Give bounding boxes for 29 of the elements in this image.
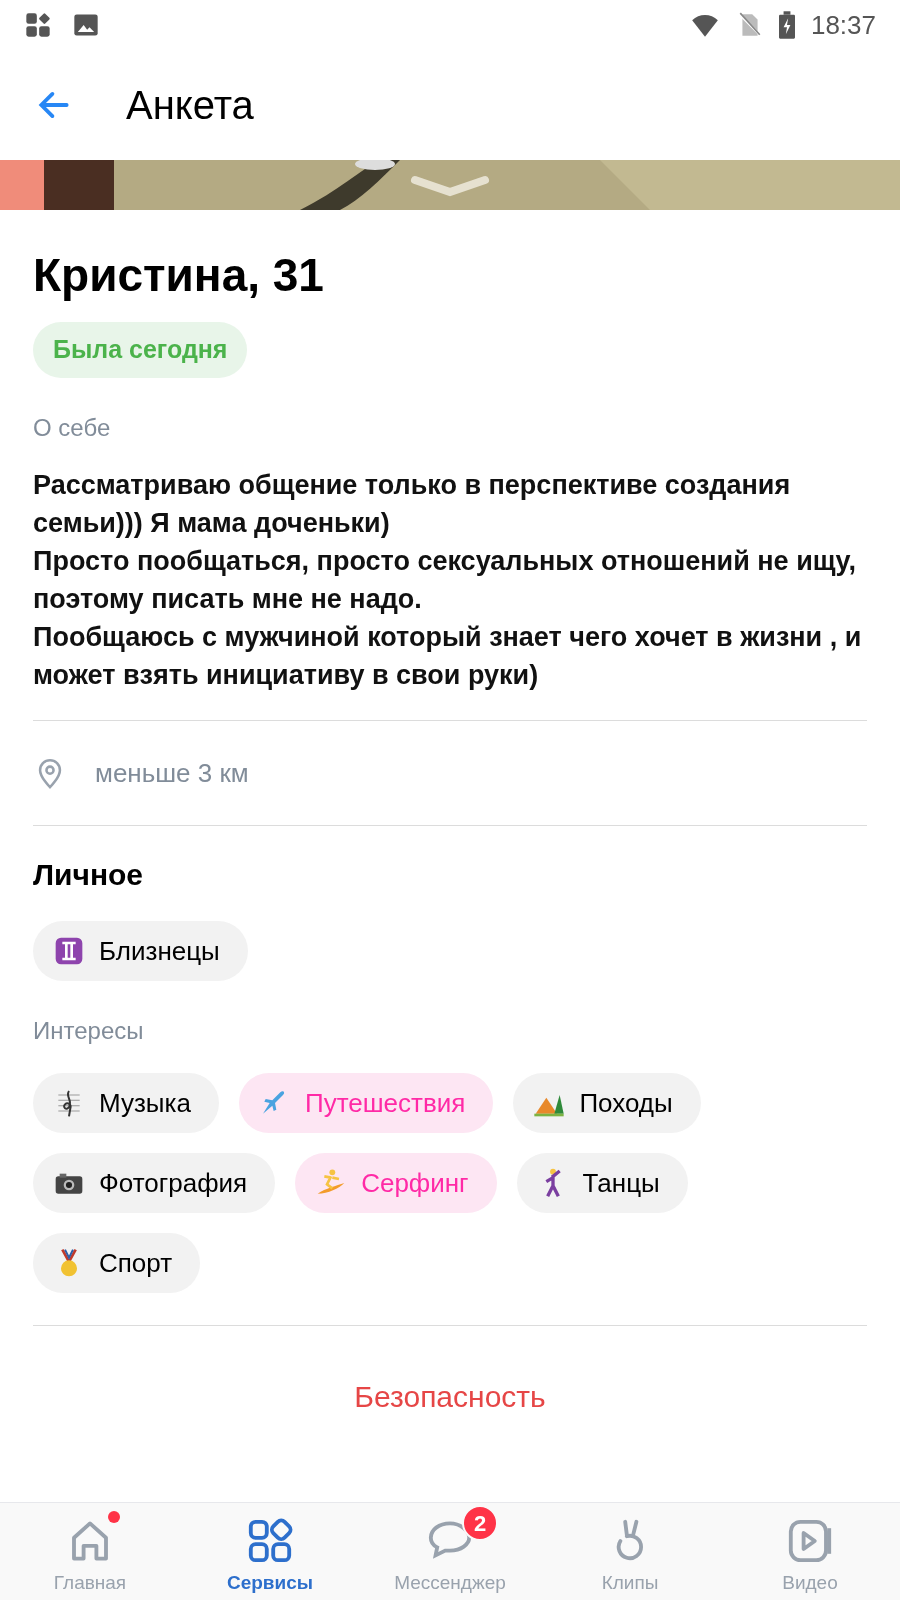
interest-chip[interactable]: Музыка	[33, 1073, 219, 1133]
unread-badge: 2	[462, 1505, 498, 1541]
page-title: Анкета	[126, 82, 254, 129]
apps-icon	[24, 11, 52, 39]
distance-text: меньше 3 км	[95, 756, 249, 790]
grid-icon	[246, 1517, 294, 1565]
presence-status: Была сегодня	[33, 322, 248, 378]
video-icon	[786, 1517, 834, 1565]
clock: 18:37	[810, 8, 876, 42]
safety-link[interactable]: Безопасность	[354, 1374, 546, 1419]
nav-tab[interactable]: 2 Мессенджер	[360, 1503, 540, 1600]
interest-chip[interactable]: Спорт	[33, 1233, 201, 1293]
about-text: Рассматриваю общение только в перспективе создания семьи))) Я мама доченьки) Просто пообщаться, просто сексуальных отношений не ищу, поэтому писать мне не надо. Пообщаюсь с мужчиной который знает чего хочет в жизни , и может взять инициативу в свои руки)	[33, 469, 863, 692]
nav-tab[interactable]: Сервисы	[180, 1503, 360, 1600]
nav-tab[interactable]: Клипы	[540, 1503, 720, 1600]
interest-chip[interactable]: Серфинг	[295, 1153, 497, 1213]
about-label: О себе	[33, 413, 112, 443]
interest-chip[interactable]: Путешествия	[238, 1073, 494, 1133]
battery-icon	[778, 10, 795, 40]
interest-chip[interactable]: Близнецы	[33, 921, 248, 981]
interest-chip[interactable]: Фотография	[33, 1153, 276, 1213]
profile-name: Кристина, 31	[33, 248, 325, 302]
nav-tab[interactable]: Видео	[720, 1503, 900, 1600]
nav-tab[interactable]: Главная	[0, 1503, 180, 1600]
gemini-icon	[53, 935, 85, 967]
interest-chip[interactable]: Походы	[513, 1073, 701, 1133]
interests-label: Интересы	[33, 1016, 145, 1046]
interest-chip[interactable]: Танцы	[516, 1153, 688, 1213]
section-title: Личное	[33, 857, 145, 893]
